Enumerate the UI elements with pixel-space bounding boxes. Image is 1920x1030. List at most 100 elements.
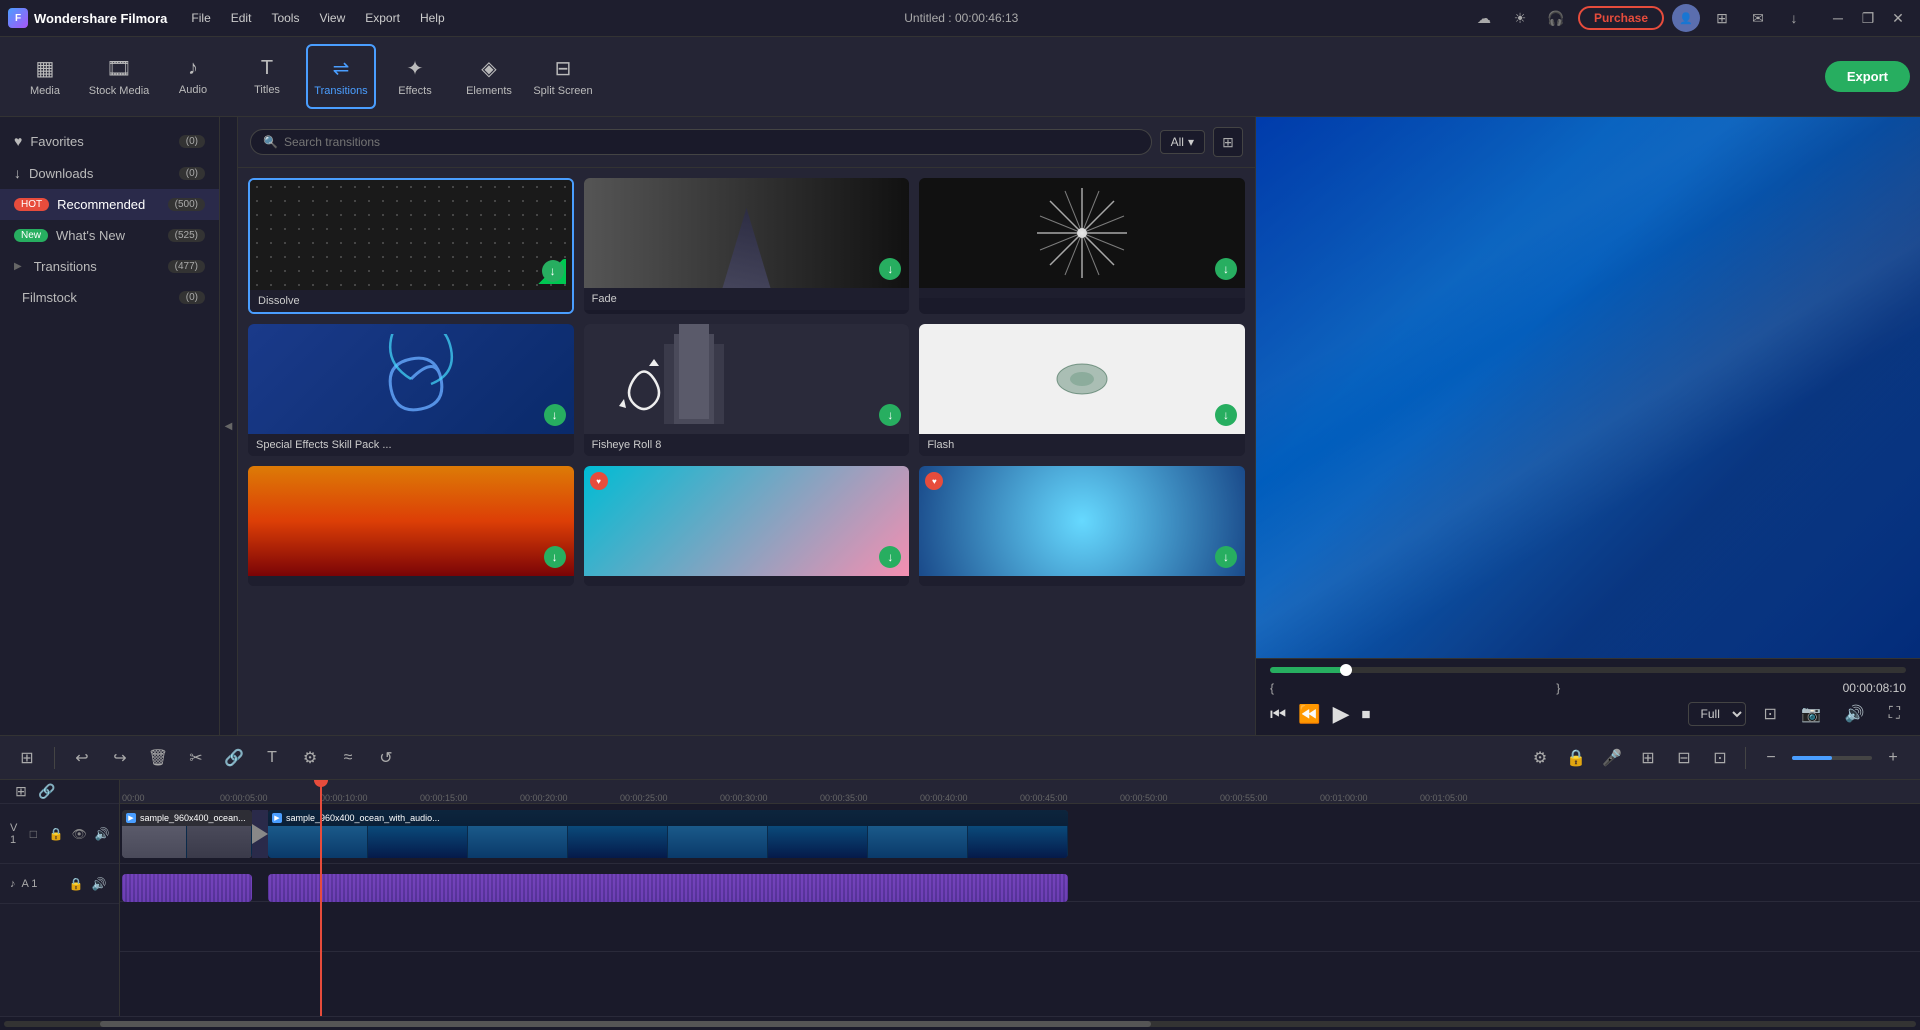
bottom-scrollbar[interactable] [0,1016,1920,1030]
timeline-adjust-btn[interactable]: ⚙ [295,743,325,773]
timeline-cut-btn[interactable]: ✂ [181,743,211,773]
timeline-add-btn[interactable]: ⊞ [12,743,42,773]
download-icon[interactable]: ↓ [1780,4,1808,32]
tl-speed-btn[interactable]: ⊡ [1705,743,1735,773]
tl-lock-btn[interactable]: 🔒 [1561,743,1591,773]
audio-clip-2[interactable] [268,874,1068,902]
grid-item-dissolve[interactable]: ↓ Dissolve [248,178,574,314]
filter-dropdown[interactable]: All ▾ [1160,130,1205,154]
menu-help[interactable]: Help [412,9,453,27]
close-button[interactable]: ✕ [1884,4,1912,32]
maximize-button[interactable]: ❐ [1854,4,1882,32]
toolbar-stock-media[interactable]: 🎞 Stock Media [84,44,154,109]
rewind-button[interactable]: ⏮ [1270,704,1286,725]
play-button[interactable]: ▶ [1333,701,1350,727]
video-clip-2[interactable]: ▶ sample_960x400_ocean_with_audio... [268,810,1068,858]
tl-audio-mixer-btn[interactable]: ⊞ [1633,743,1663,773]
menu-file[interactable]: File [183,9,218,27]
sun-icon[interactable]: ☀ [1506,4,1534,32]
menu-view[interactable]: View [311,9,353,27]
toolbar-split-screen[interactable]: ⊟ Split Screen [528,44,598,109]
sidebar-item-filmstock[interactable]: Filmstock (0) [0,282,219,313]
toolbar-titles[interactable]: T Titles [232,44,302,109]
user-avatar[interactable]: 👤 [1672,4,1700,32]
grid-item-flash[interactable]: ↓ Flash [919,324,1245,456]
grid-item-fade[interactable]: ↓ Fade [584,178,910,314]
minimize-button[interactable]: ─ [1824,4,1852,32]
bracket-right[interactable]: } [1556,681,1560,695]
sidebar-item-favorites[interactable]: ♥ Favorites (0) [0,125,219,157]
audio-clip-1[interactable] [122,874,252,902]
search-input[interactable] [284,135,1139,149]
toolbar-media[interactable]: ▦ Media [10,44,80,109]
flash-download-btn[interactable]: ↓ [1215,404,1237,426]
timeline-redo-btn[interactable]: ↪ [105,743,135,773]
fit-screen-button[interactable]: ⊡ [1758,702,1783,726]
menu-tools[interactable]: Tools [263,9,307,27]
timeline-hist-btn[interactable]: ↺ [371,743,401,773]
starburst-download-btn[interactable]: ↓ [1215,258,1237,280]
tl-zoom-out-btn[interactable]: − [1756,743,1786,773]
tl-split2-btn[interactable]: ⊟ [1669,743,1699,773]
v1-eye-btn[interactable]: 👁 [69,824,89,844]
grid-item-teal[interactable]: ♥ ↓ [584,466,910,586]
video-clip-1[interactable]: ▶ sample_960x400_ocean... [122,810,252,858]
sidebar-item-transitions[interactable]: ▶ Transitions (477) [0,251,219,282]
timeline-audio-btn[interactable]: ≈ [333,743,363,773]
fullscreen-button[interactable]: ⛶ [1883,703,1906,725]
message-icon[interactable]: ✉ [1744,4,1772,32]
timeline-undo-btn[interactable]: ↩ [67,743,97,773]
link-toggle-btn[interactable]: 🔗 [36,781,58,803]
toolbar-effects[interactable]: ✦ Effects [380,44,450,109]
a1-audio-btn[interactable]: 🔊 [89,874,109,894]
v1-audio-btn[interactable]: 🔊 [92,824,112,844]
grid-item-special[interactable]: ↓ Special Effects Skill Pack ... [248,324,574,456]
fire-download-btn[interactable]: ↓ [544,546,566,568]
sidebar-item-downloads[interactable]: ↓ Downloads (0) [0,157,219,189]
toolbar-transitions[interactable]: ⇌ Transitions [306,44,376,109]
export-button[interactable]: Export [1825,61,1910,92]
snapshot-button[interactable]: 📷 [1795,702,1827,726]
volume-button[interactable]: 🔊 [1839,702,1871,726]
tl-zoom-in-btn[interactable]: + [1878,743,1908,773]
tl-settings-btn[interactable]: ⚙ [1525,743,1555,773]
scrollbar-thumb[interactable] [100,1021,1152,1027]
sidebar-item-whatsnew[interactable]: New What's New (525) [0,220,219,251]
bracket-left[interactable]: { [1270,681,1274,695]
headphone-icon[interactable]: 🎧 [1542,4,1570,32]
menu-edit[interactable]: Edit [223,9,260,27]
timeline-delete-btn[interactable]: 🗑 [143,743,173,773]
quality-select[interactable]: Full 1/2 1/4 [1688,702,1746,726]
a1-lock-btn[interactable]: 🔒 [66,874,86,894]
sidebar-collapse-btn[interactable]: ◀ [220,117,238,735]
layout-icon[interactable]: ⊞ [1708,4,1736,32]
v1-settings-btn[interactable]: □ [23,824,43,844]
grid-item-starburst[interactable]: ↓ [919,178,1245,314]
grid-item-glow[interactable]: ♥ ↓ [919,466,1245,586]
step-back-button[interactable]: ⏪ [1298,704,1320,725]
dissolve-download-btn[interactable]: ↓ [542,260,564,282]
ruler-mark-50: 00:00:50:00 [1120,793,1168,803]
purchase-button[interactable]: Purchase [1578,6,1664,30]
downloads-icon: ↓ [14,165,21,181]
scrollbar-track[interactable] [4,1021,1916,1027]
toolbar-audio[interactable]: ♪ Audio [158,44,228,109]
stop-button[interactable]: ⏹ [1362,704,1371,725]
glow-download-btn[interactable]: ↓ [1215,546,1237,568]
cloud-icon[interactable]: ☁ [1470,4,1498,32]
progress-handle[interactable] [1340,664,1352,676]
toolbar-elements[interactable]: ◈ Elements [454,44,524,109]
grid-view-toggle[interactable]: ⊞ [1213,127,1243,157]
timeline-title-btn[interactable]: T [257,743,287,773]
zoom-slider[interactable] [1792,756,1872,760]
timeline-link-btn[interactable]: 🔗 [219,743,249,773]
v1-lock-btn[interactable]: 🔒 [46,824,66,844]
special-download-btn[interactable]: ↓ [544,404,566,426]
grid-item-fire[interactable]: ↓ [248,466,574,586]
tl-mic-btn[interactable]: 🎤 [1597,743,1627,773]
grid-item-fisheye[interactable]: ↓ Fisheye Roll 8 [584,324,910,456]
sidebar-item-recommended[interactable]: HOT Recommended (500) [0,189,219,220]
add-track-btn[interactable]: ⊞ [10,781,32,803]
progress-bar[interactable] [1270,667,1906,673]
menu-export[interactable]: Export [357,9,408,27]
